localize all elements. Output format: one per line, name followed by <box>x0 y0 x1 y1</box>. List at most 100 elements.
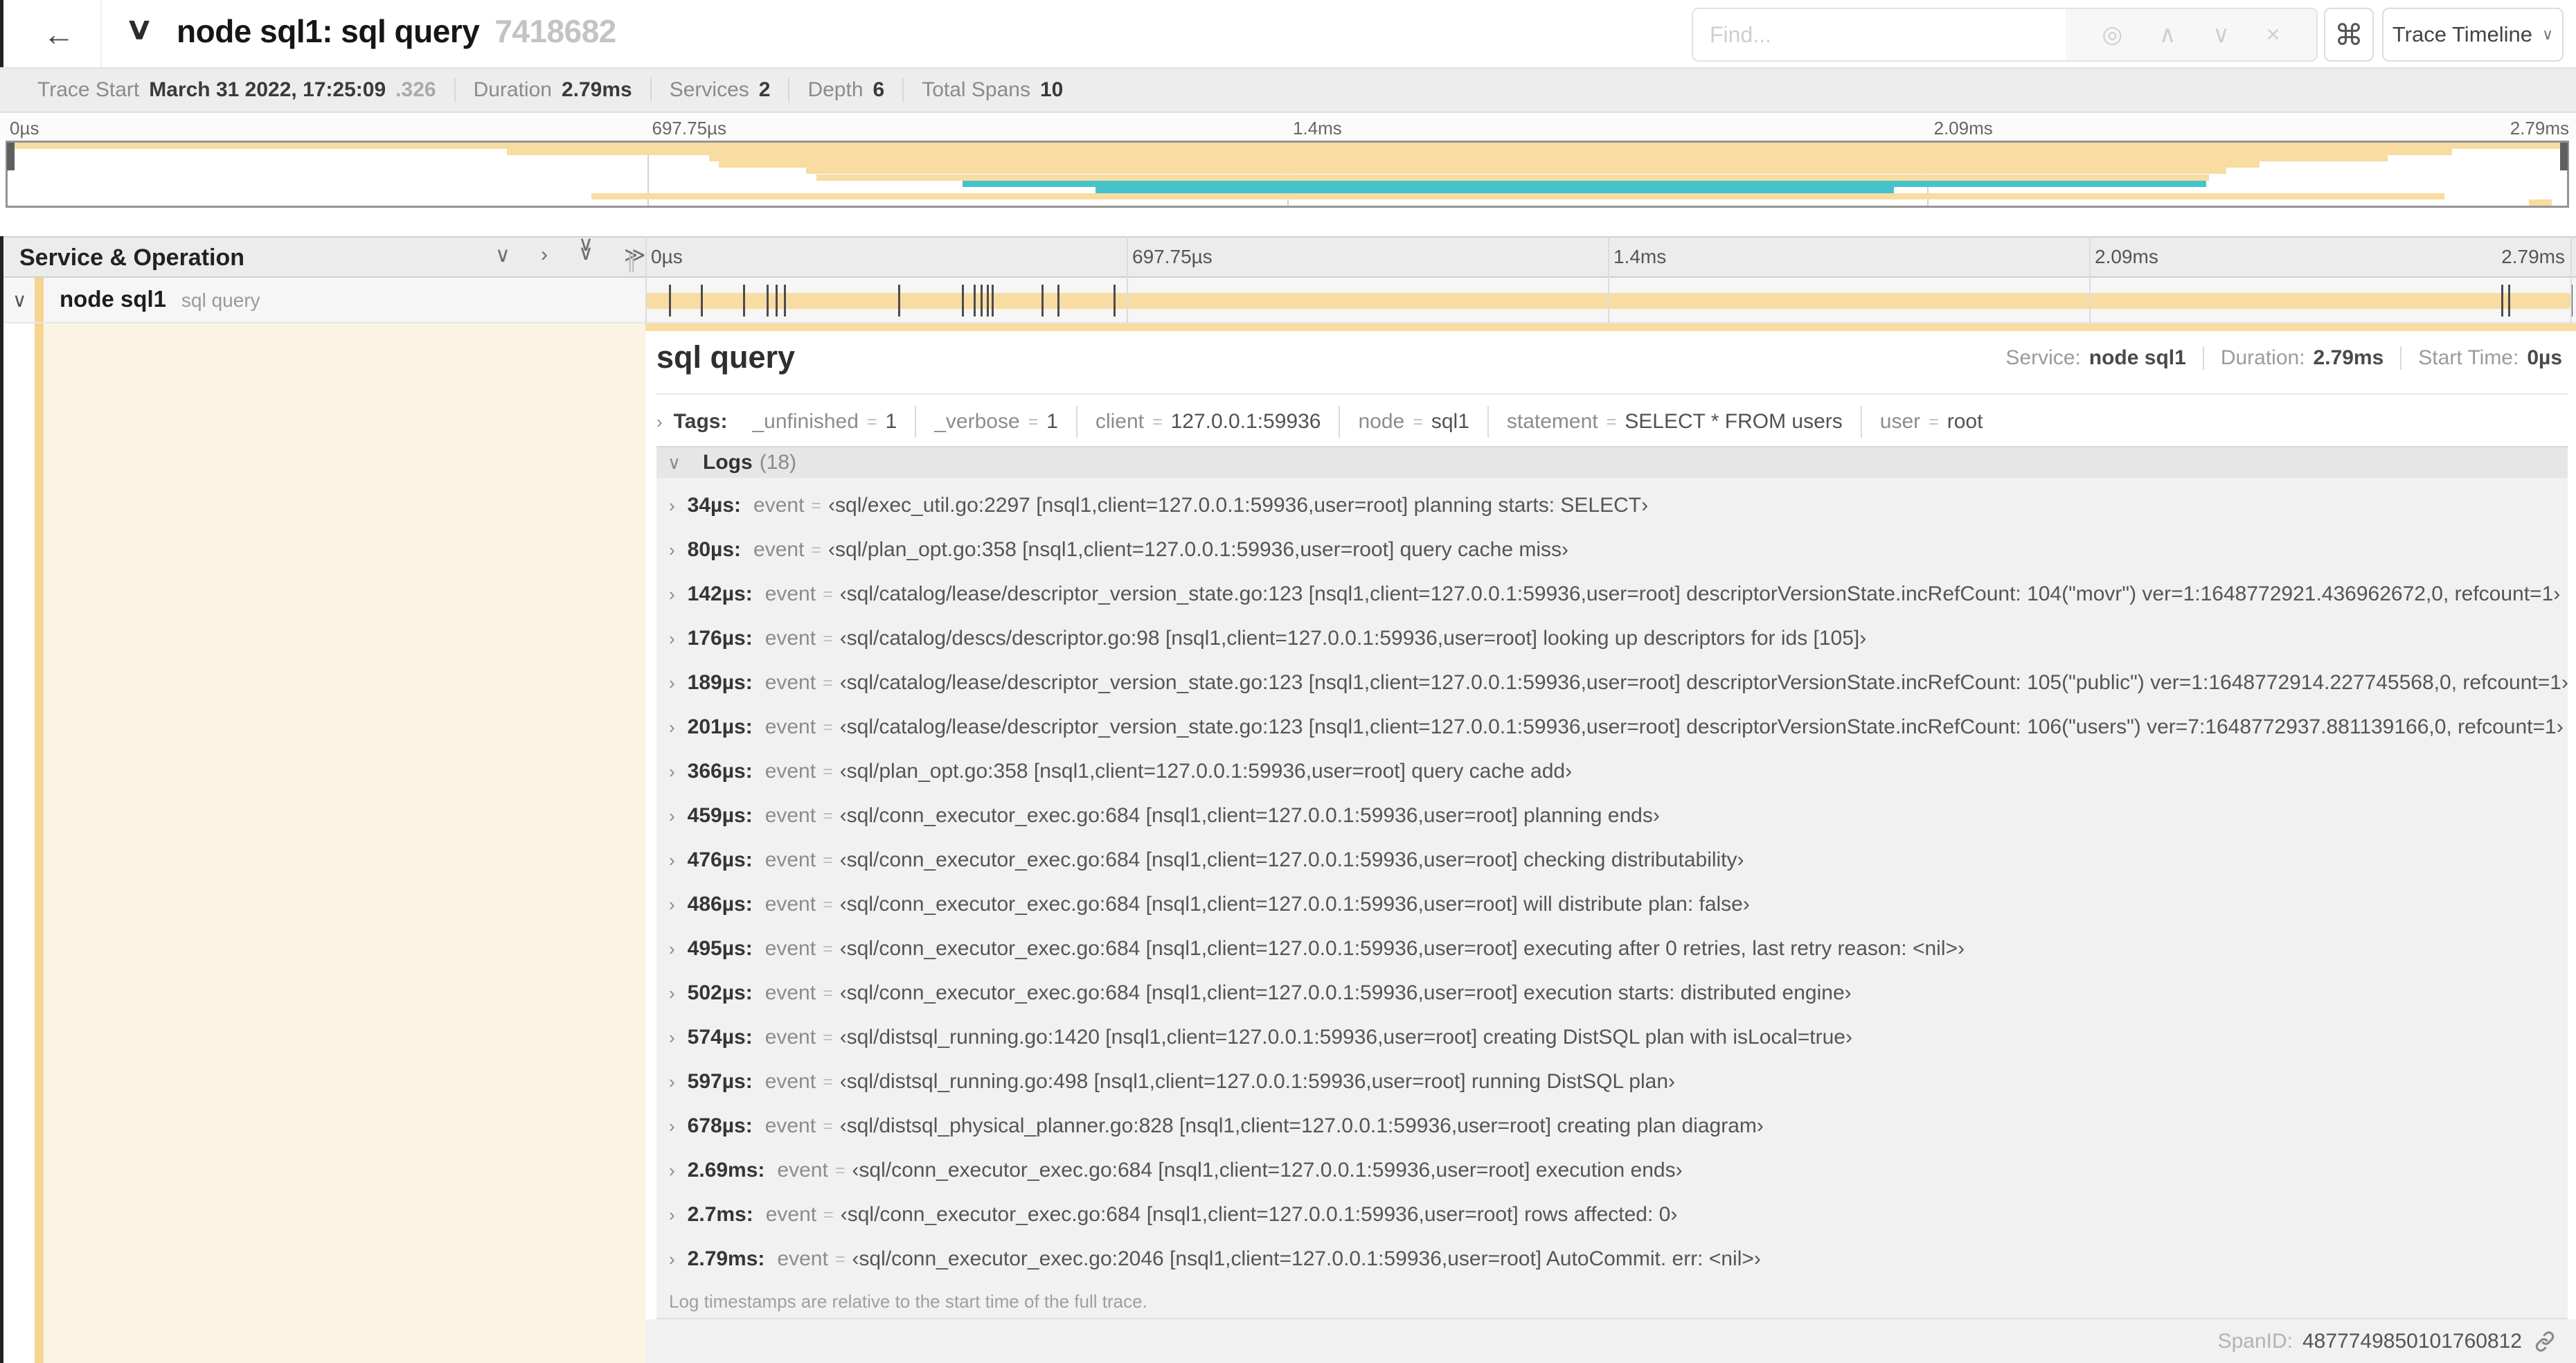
log-row[interactable]: › 34µs: event = ‹sql/exec_util.go:2297 [nsql… <box>656 483 2568 528</box>
log-field-value: ‹sql/conn_executor_exec.go:684 [nsql1,cl… <box>839 981 1852 1004</box>
log-expand-icon[interactable]: › <box>669 850 675 871</box>
expand-one-icon[interactable]: › <box>541 243 548 267</box>
log-expand-icon[interactable]: › <box>669 1160 675 1182</box>
log-expand-icon[interactable]: › <box>669 938 675 960</box>
trace-collapse-icon[interactable]: ∨ <box>125 11 154 46</box>
find-input[interactable] <box>1693 9 2066 60</box>
log-marker-tick[interactable] <box>987 285 990 317</box>
timeline-ruler-label: 0µs <box>651 246 683 267</box>
tags-expand-icon[interactable]: › <box>656 411 663 433</box>
log-row[interactable]: › 142µs: event = ‹sql/catalog/lease/descript… <box>656 572 2568 616</box>
collapse-all-icon[interactable]: ∨ ∨ <box>578 234 593 265</box>
span-detail-panel: sql query Service: node sql1 Duration: 2.79… <box>645 331 2576 1319</box>
summary-value: 10 <box>1039 78 1064 101</box>
tag-key: _unfinished <box>752 410 859 433</box>
log-row[interactable]: › 597µs: event = ‹sql/distsql_running.go:498… <box>656 1060 2568 1104</box>
log-marker-tick[interactable] <box>784 285 787 317</box>
log-expand-icon[interactable]: › <box>669 1249 675 1270</box>
log-marker-tick[interactable] <box>897 285 900 317</box>
log-equals: = <box>823 672 833 693</box>
tag-value: 1 <box>885 410 897 433</box>
log-row[interactable]: › 486µs: event = ‹sql/conn_executor_exec.go:… <box>656 882 2568 927</box>
trace-id: 7418682 <box>494 13 616 49</box>
log-marker-tick[interactable] <box>767 285 769 317</box>
log-marker-tick[interactable] <box>2508 285 2511 317</box>
log-row[interactable]: › 189µs: event = ‹sql/catalog/lease/descript… <box>656 661 2568 705</box>
trace-minimap[interactable] <box>6 141 2569 208</box>
log-expand-icon[interactable]: › <box>669 540 675 561</box>
log-marker-tick[interactable] <box>668 285 671 317</box>
trace-timeline-page: ← ∨ node sql1: sql query7418682 ◎ ∧ ∨ × … <box>0 0 2576 1363</box>
log-expand-icon[interactable]: › <box>669 761 675 783</box>
timeline-column-header: Service & Operation ∨ › ∨ ∨ ≫ ∥ 0µs 697.75… <box>0 234 2576 278</box>
view-select-button[interactable]: Trace Timeline ∨ <box>2382 8 2564 62</box>
minimap-right-handle[interactable] <box>2560 143 2568 170</box>
log-row[interactable]: › 2.79ms: event = ‹sql/conn_executor_exec.go… <box>656 1237 2568 1281</box>
span-collapse-icon[interactable]: ∨ <box>12 289 27 312</box>
log-marker-tick[interactable] <box>1057 285 1059 317</box>
header-divider <box>100 0 102 67</box>
log-expand-icon[interactable]: › <box>669 983 675 1004</box>
log-field-key: event <box>764 671 816 694</box>
find-prev-icon[interactable]: ∧ <box>2159 21 2176 48</box>
tags-row[interactable]: › Tags: _unfinished = 1 _verbose = 1 client = 127.… <box>656 406 2001 438</box>
log-row[interactable]: › 476µs: event = ‹sql/conn_executor_exec.go:… <box>656 838 2568 882</box>
log-marker-tick[interactable] <box>2501 285 2504 317</box>
log-row[interactable]: › 459µs: event = ‹sql/conn_executor_exec.go:… <box>656 794 2568 838</box>
span-row[interactable]: ∨ node sql1 sql query <box>0 278 2576 323</box>
timeline-gridline <box>1608 236 1609 323</box>
log-row[interactable]: › 2.7ms: event = ‹sql/conn_executor_exec.go:… <box>656 1193 2568 1237</box>
trace-title: node sql1: sql query <box>177 13 480 49</box>
log-expand-icon[interactable]: › <box>669 1027 675 1049</box>
log-field-value: ‹sql/plan_opt.go:358 [nsql1,client=127.0… <box>828 538 1569 561</box>
log-field-key: event <box>764 582 816 605</box>
log-row[interactable]: › 201µs: event = ‹sql/catalog/lease/descript… <box>656 705 2568 749</box>
log-row[interactable]: › 574µs: event = ‹sql/distsql_running.go:142… <box>656 1015 2568 1060</box>
log-expand-icon[interactable]: › <box>669 717 675 738</box>
logs-header[interactable]: ∨ Logs (18) <box>656 446 2568 479</box>
log-expand-icon[interactable]: › <box>669 1071 675 1093</box>
log-equals: = <box>823 1027 833 1047</box>
log-expand-icon[interactable]: › <box>669 672 675 694</box>
copy-link-icon[interactable] <box>2533 1330 2557 1353</box>
back-button[interactable]: ← <box>21 10 97 58</box>
log-marker-tick[interactable] <box>776 285 778 317</box>
find-next-icon[interactable]: ∨ <box>2212 21 2230 48</box>
log-row[interactable]: › 366µs: event = ‹sql/plan_opt.go:358 [nsql1… <box>656 749 2568 794</box>
log-marker-tick[interactable] <box>1041 285 1044 317</box>
log-expand-icon[interactable]: › <box>669 1116 675 1137</box>
log-row[interactable]: › 502µs: event = ‹sql/conn_executor_exec.go:… <box>656 971 2568 1015</box>
log-marker-tick[interactable] <box>981 285 983 317</box>
log-expand-icon[interactable]: › <box>669 1204 675 1226</box>
log-expand-icon[interactable]: › <box>669 805 675 827</box>
log-marker-tick[interactable] <box>743 285 746 317</box>
column-resize-handle[interactable]: ∥ <box>627 250 638 273</box>
tag-item: _verbose = 1 <box>916 406 1077 438</box>
minimap-left-handle[interactable] <box>7 143 15 170</box>
log-field-value: ‹sql/conn_executor_exec.go:684 [nsql1,cl… <box>839 848 1744 871</box>
log-timestamp: 574µs: <box>687 1026 753 1049</box>
keyboard-shortcuts-button[interactable]: ⌘ <box>2324 8 2374 62</box>
log-expand-icon[interactable]: › <box>669 894 675 916</box>
log-row[interactable]: › 80µs: event = ‹sql/plan_opt.go:358 [nsql1,… <box>656 528 2568 572</box>
log-field-key: event <box>764 1026 816 1049</box>
log-row[interactable]: › 2.69ms: event = ‹sql/conn_executor_exec.go… <box>656 1148 2568 1193</box>
locate-icon[interactable]: ◎ <box>2102 21 2123 48</box>
log-expand-icon[interactable]: › <box>669 584 675 605</box>
find-clear-icon[interactable]: × <box>2266 21 2280 48</box>
log-marker-tick[interactable] <box>992 285 994 317</box>
log-row[interactable]: › 495µs: event = ‹sql/conn_executor_exec.go:… <box>656 927 2568 971</box>
log-row[interactable]: › 678µs: event = ‹sql/distsql_physical_plann… <box>656 1104 2568 1148</box>
log-timestamp: 495µs: <box>687 937 753 960</box>
summary-label: Duration <box>473 78 552 101</box>
log-marker-tick[interactable] <box>700 285 703 317</box>
collapse-one-icon[interactable]: ∨ <box>495 243 510 267</box>
log-marker-tick[interactable] <box>1113 285 1116 317</box>
log-expand-icon[interactable]: › <box>669 495 675 517</box>
tag-equals: = <box>1028 411 1039 431</box>
log-marker-tick[interactable] <box>974 285 976 317</box>
logs-collapse-icon[interactable]: ∨ <box>668 452 681 474</box>
log-row[interactable]: › 176µs: event = ‹sql/catalog/descs/descript… <box>656 616 2568 661</box>
log-marker-tick[interactable] <box>962 285 965 317</box>
log-expand-icon[interactable]: › <box>669 628 675 650</box>
